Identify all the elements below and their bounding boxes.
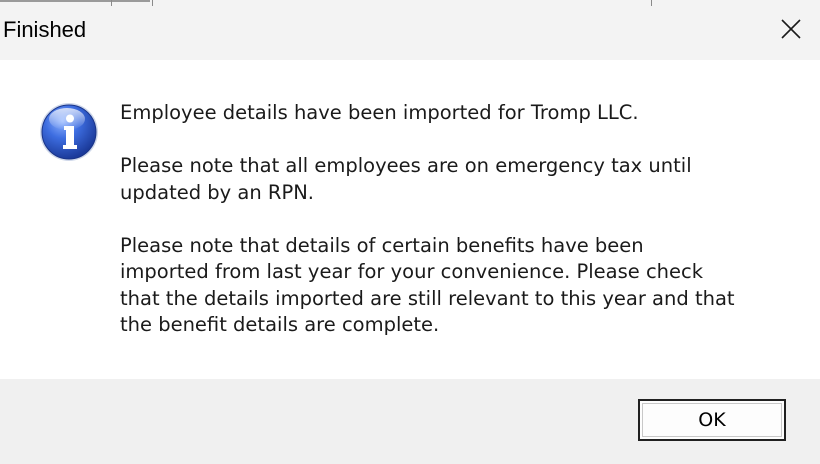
message-line-emergency-tax: Please note that all employees are on em…: [120, 154, 692, 204]
window-title: Finished: [3, 17, 87, 42]
title-bar[interactable]: Finished: [0, 0, 820, 60]
background-window-divider: [152, 0, 153, 6]
message-line-import: Employee details have been imported for …: [120, 101, 639, 124]
message-dialog: Finished Employee details have been impo…: [0, 0, 820, 464]
dialog-message: Employee details have been imported for …: [120, 100, 800, 339]
background-window-divider: [651, 0, 652, 6]
ok-button[interactable]: OK: [638, 399, 786, 441]
ok-button-label: OK: [698, 409, 726, 431]
close-button[interactable]: [762, 0, 820, 58]
close-icon: [781, 19, 801, 39]
information-icon: [40, 103, 98, 161]
background-window-edge: [0, 0, 150, 2]
background-window-divider: [111, 0, 112, 6]
message-line-benefits: Please note that details of certain bene…: [120, 233, 735, 337]
